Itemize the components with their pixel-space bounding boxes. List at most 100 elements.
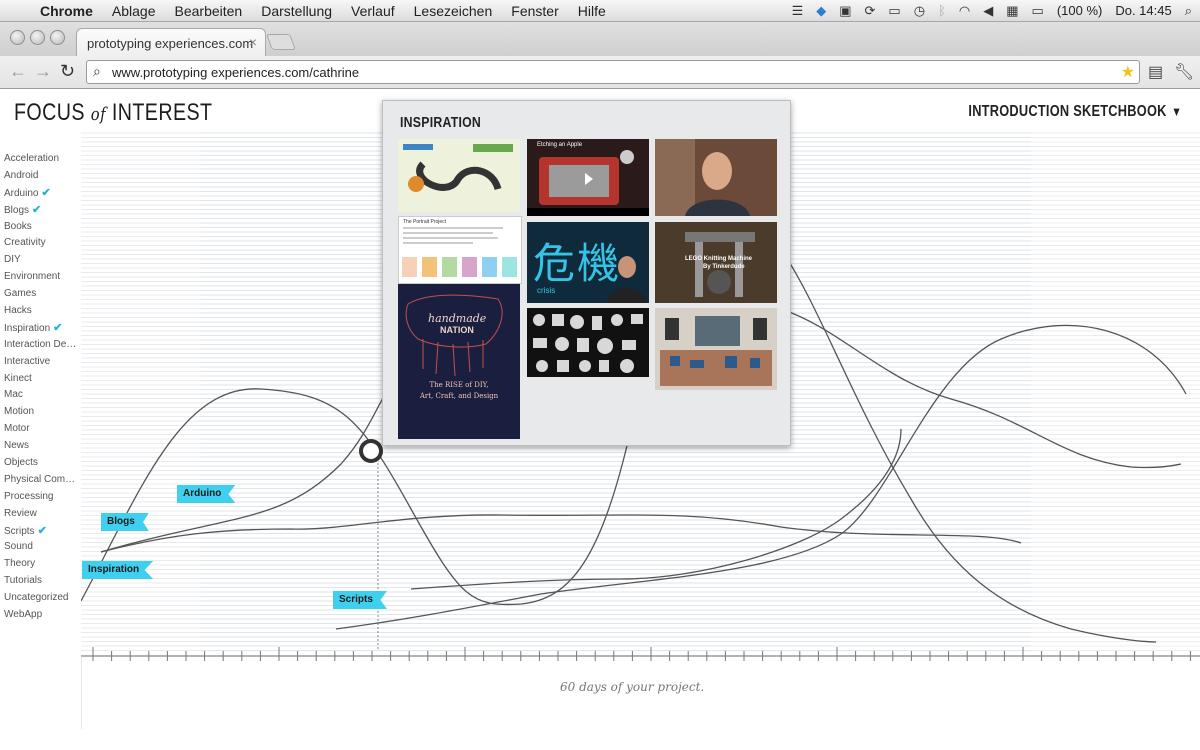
sketchbook-dropdown[interactable]: INTRODUCTION SKETCHBOOK ▼ — [968, 103, 1182, 121]
category-item-objects[interactable]: Objects — [4, 455, 80, 472]
category-item-theory[interactable]: Theory — [4, 556, 80, 573]
inspiration-popup: INSPIRATION Etching an Apple The Portrai… — [382, 100, 791, 446]
menubar-clock[interactable]: Do. 14:45 — [1115, 3, 1171, 18]
thumb-book-cover[interactable]: handmade NATION The RISE of DIY, Art, Cr… — [398, 284, 520, 439]
browser-tab[interactable]: prototyping experiences.com × — [76, 28, 266, 57]
category-item-uncategorized[interactable]: Uncategorized — [4, 590, 80, 607]
page-menu-icon[interactable]: ▤ — [1148, 62, 1163, 82]
lego-sub: By Tinkerdude — [703, 264, 745, 270]
category-label: Kinect — [4, 372, 32, 384]
forward-arrow-icon[interactable]: → — [34, 61, 52, 82]
category-item-interactive[interactable]: Interactive — [4, 354, 80, 371]
thumb-shapes[interactable] — [527, 308, 649, 377]
checkmark-icon: ✔ — [41, 186, 51, 199]
thumb-interview[interactable] — [655, 139, 777, 216]
menu-list-icon[interactable]: ☰ — [792, 3, 804, 19]
tab-close-icon[interactable]: × — [249, 34, 257, 50]
timeline-caption: 60 days of your project. — [560, 680, 705, 694]
category-item-scripts[interactable]: Scripts ✔ — [4, 523, 80, 540]
sync-icon[interactable]: ⟳ — [865, 3, 876, 19]
category-label: Books — [4, 220, 32, 232]
book-subtitle-2: Art, Craft, and Design — [419, 392, 499, 400]
thumb-lego-machine[interactable]: LEGO Knitting Machine By Tinkerdude — [655, 222, 777, 303]
category-item-interaction-design[interactable]: Interaction Design — [4, 337, 80, 354]
dropbox-icon[interactable]: ◆ — [816, 3, 826, 19]
thumb-document[interactable]: The Portrait Project — [398, 216, 522, 284]
calendar-icon[interactable]: ▦ — [1006, 3, 1018, 19]
wifi-icon[interactable]: ◠ — [959, 3, 970, 19]
close-window-button[interactable] — [10, 30, 25, 45]
category-label: Mac — [4, 389, 23, 401]
menu-lesezeichen[interactable]: Lesezeichen — [414, 3, 493, 19]
bookmark-star-icon[interactable]: ★ — [1121, 62, 1135, 82]
category-item-blogs[interactable]: Blogs ✔ — [4, 202, 80, 219]
address-bar[interactable]: ⌕ www.prototyping experiences.com/cathri… — [86, 60, 1140, 84]
book-subtitle-1: The RISE of DIY, — [429, 381, 489, 389]
thumb-infographic[interactable] — [398, 139, 520, 212]
menu-darstellung[interactable]: Darstellung — [261, 3, 332, 19]
flag-arduino[interactable]: Arduino — [177, 485, 236, 503]
category-item-creativity[interactable]: Creativity — [4, 235, 80, 252]
category-item-review[interactable]: Review — [4, 506, 80, 523]
menu-ablage[interactable]: Ablage — [112, 3, 156, 19]
category-item-tutorials[interactable]: Tutorials — [4, 573, 80, 590]
thumb-crisis[interactable]: 危機 crisis — [527, 222, 649, 303]
wrench-icon[interactable]: 🔧︎ — [1174, 62, 1194, 82]
checkmark-icon: ✔ — [53, 321, 63, 334]
category-label: News — [4, 440, 30, 452]
menu-fenster[interactable]: Fenster — [511, 3, 558, 19]
category-item-mac[interactable]: Mac — [4, 387, 80, 404]
category-item-processing[interactable]: Processing — [4, 489, 80, 506]
category-item-arduino[interactable]: Arduino ✔ — [4, 185, 80, 202]
app-status-icon[interactable]: ▣ — [839, 3, 851, 19]
battery-percent: (100 %) — [1056, 3, 1103, 18]
thumb-video[interactable]: Etching an Apple — [527, 139, 649, 216]
category-item-android[interactable]: Android — [4, 168, 80, 185]
bluetooth-icon[interactable]: ᛒ — [938, 3, 946, 18]
checkmark-icon: ✔ — [37, 524, 47, 537]
category-label: Theory — [4, 558, 36, 570]
battery-icon[interactable]: ▭ — [1032, 3, 1044, 19]
category-item-motor[interactable]: Motor — [4, 421, 80, 438]
category-item-news[interactable]: News — [4, 438, 80, 455]
menu-verlauf[interactable]: Verlauf — [351, 3, 395, 19]
menu-hilfe[interactable]: Hilfe — [578, 3, 606, 19]
category-label: WebApp — [4, 609, 43, 621]
volume-icon[interactable]: ◀ — [983, 3, 993, 19]
category-item-kinect[interactable]: Kinect — [4, 371, 80, 388]
category-item-games[interactable]: Games — [4, 286, 80, 303]
time-machine-icon[interactable]: ◷ — [914, 3, 925, 19]
category-item-webapp[interactable]: WebApp — [4, 607, 80, 624]
minimize-window-button[interactable] — [30, 30, 45, 45]
reload-icon[interactable]: ↻ — [60, 61, 75, 82]
menu-bearbeiten[interactable]: Bearbeiten — [175, 3, 243, 19]
new-tab-button[interactable] — [266, 34, 296, 50]
address-url: www.prototyping experiences.com/cathrine — [112, 65, 360, 80]
back-arrow-icon[interactable]: ← — [9, 61, 27, 82]
zoom-window-button[interactable] — [50, 30, 65, 45]
category-item-environment[interactable]: Environment — [4, 269, 80, 286]
site-logo[interactable]: FOCUS of INTEREST — [14, 99, 212, 127]
flag-scripts[interactable]: Scripts — [333, 591, 387, 609]
category-label: Physical Comput... — [4, 473, 80, 485]
category-item-motion[interactable]: Motion — [4, 404, 80, 421]
category-item-acceleration[interactable]: Acceleration — [4, 151, 80, 168]
flag-blogs[interactable]: Blogs — [101, 513, 149, 531]
category-item-books[interactable]: Books — [4, 219, 80, 236]
display-icon[interactable]: ▭ — [888, 3, 900, 19]
timeline-marker-pin[interactable] — [359, 439, 383, 463]
category-item-diy[interactable]: DIY — [4, 252, 80, 269]
category-label: DIY — [4, 254, 21, 266]
spotlight-search-icon[interactable]: ⌕ — [1185, 3, 1192, 19]
category-item-physical-comput[interactable]: Physical Comput... — [4, 472, 80, 489]
category-label: Creativity — [4, 237, 46, 249]
book-title-2: NATION — [440, 325, 474, 335]
category-item-hacks[interactable]: Hacks — [4, 303, 80, 320]
category-item-inspiration[interactable]: Inspiration ✔ — [4, 320, 80, 337]
menu-chrome[interactable]: Chrome — [40, 3, 93, 19]
category-item-sound[interactable]: Sound — [4, 539, 80, 556]
popup-title: INSPIRATION — [400, 114, 482, 131]
flag-inspiration[interactable]: Inspiration — [82, 561, 154, 579]
category-label: Hacks — [4, 305, 32, 317]
thumb-workshop[interactable] — [655, 308, 777, 390]
